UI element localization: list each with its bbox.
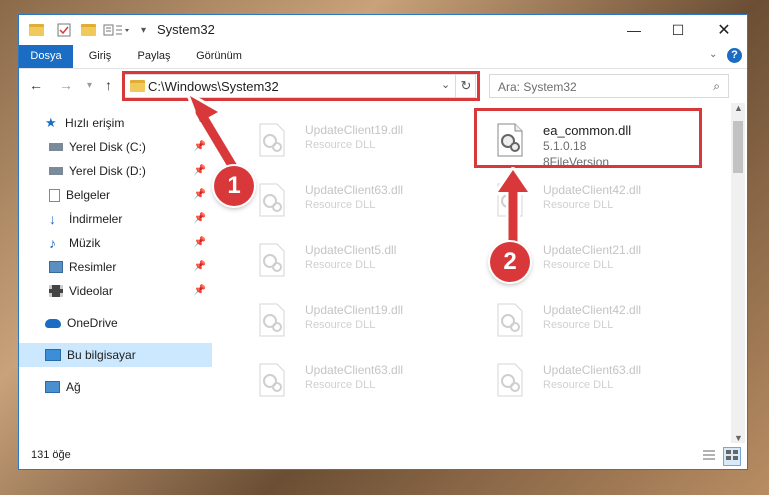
arrow-1 <box>187 93 243 179</box>
step-badge-2: 2 <box>490 242 530 282</box>
arrow-2 <box>495 167 531 253</box>
step-badge-1: 1 <box>214 166 254 206</box>
annotation-arrows <box>187 93 531 253</box>
